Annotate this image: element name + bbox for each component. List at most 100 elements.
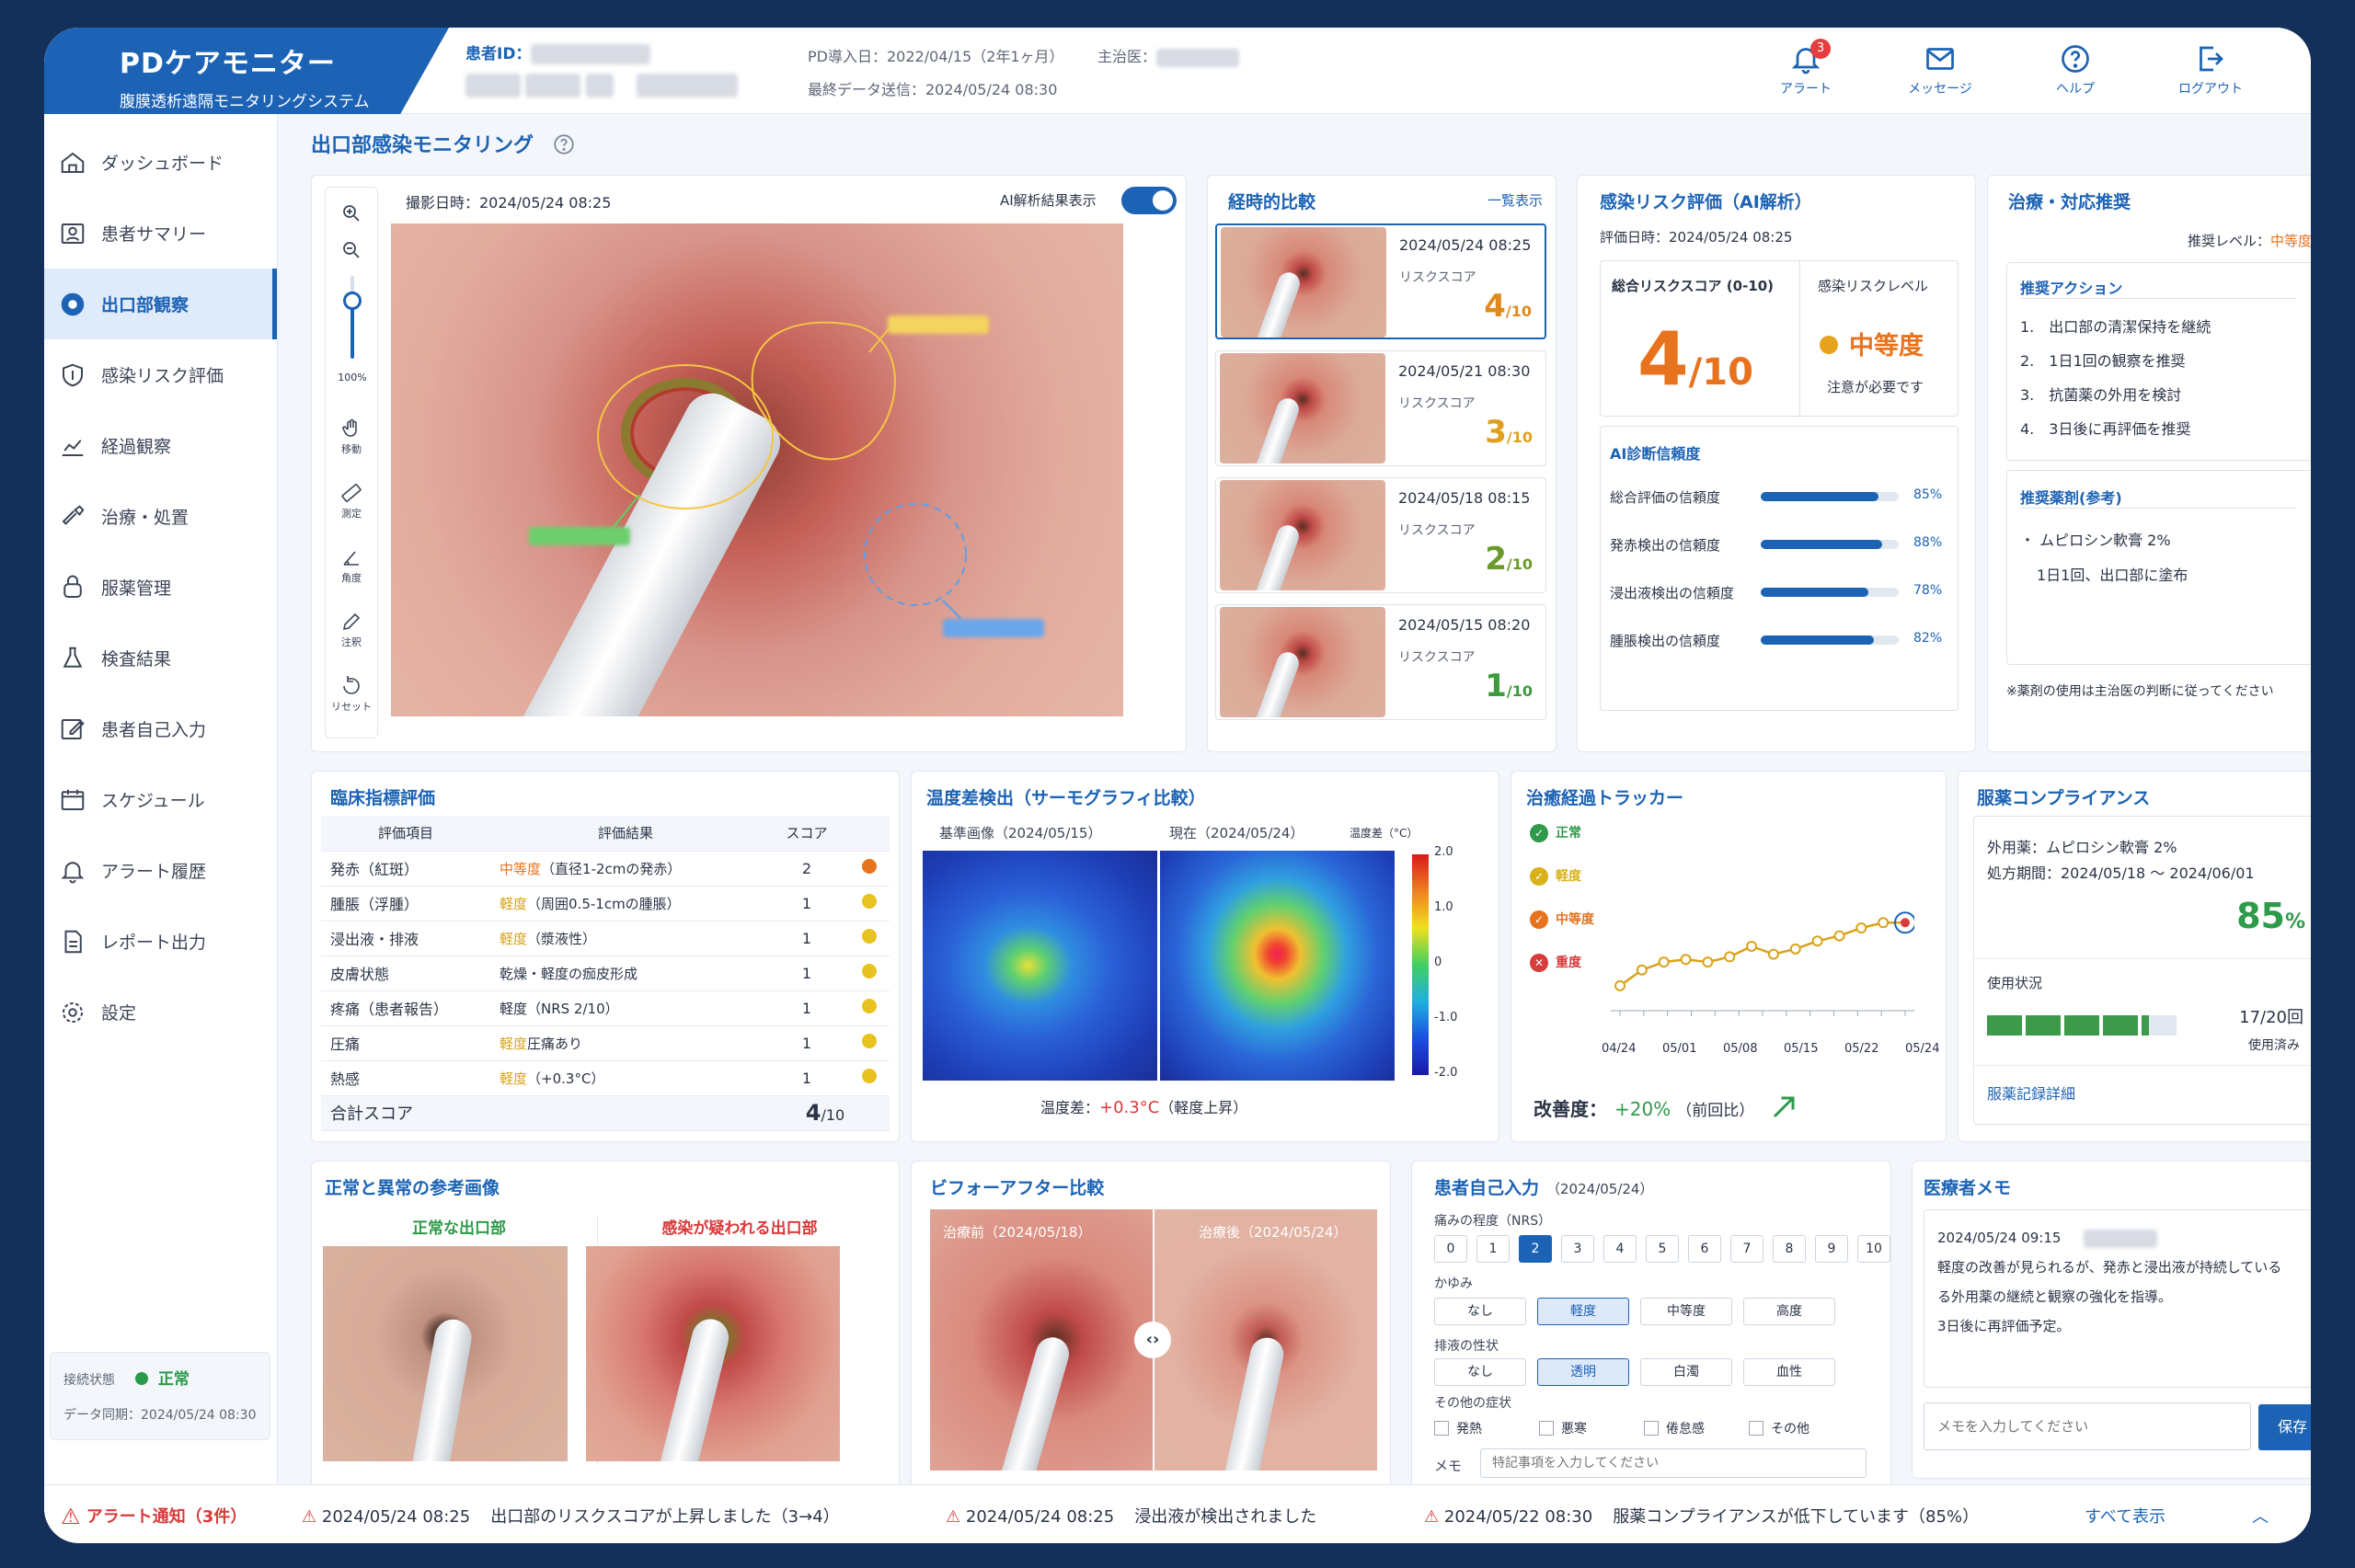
compliance-box: 外用薬：ムピロシン軟膏 2% 処方期間：2024/05/18 ～ 2024/06… xyxy=(1973,816,2311,1125)
pain-option[interactable]: 0 xyxy=(1434,1235,1467,1263)
show-all-alerts-link[interactable]: すべて表示 xyxy=(2085,1504,2165,1528)
sidebar-item-3[interactable]: 感染リスク評価 xyxy=(44,339,277,410)
ai-overlay xyxy=(597,321,967,620)
connection-dot xyxy=(135,1372,149,1385)
chevron-up-icon[interactable]: ︿ xyxy=(2252,1504,2269,1528)
timeline-score-unit: /10 xyxy=(1506,682,1533,700)
sidebar-item-7[interactable]: 検査結果 xyxy=(44,623,277,693)
timeline-list-link[interactable]: 一覧表示 xyxy=(1488,190,1543,210)
clinical-level: 軽度 xyxy=(500,1070,528,1087)
sidebar-item-1[interactable]: 患者サマリー xyxy=(44,198,277,269)
sidebar-item-9[interactable]: スケジュール xyxy=(44,764,277,835)
sidebar-item-12[interactable]: 設定 xyxy=(44,977,277,1047)
alert-time: 2024/05/24 08:25 xyxy=(321,1507,471,1527)
itch-option[interactable]: 中等度 xyxy=(1640,1298,1732,1325)
thermo-diff-value: +0.3°C xyxy=(1099,1098,1160,1117)
discharge-option[interactable]: 透明 xyxy=(1537,1358,1629,1386)
tool-angle[interactable]: 角度 xyxy=(331,546,372,585)
x-tick-label: 05/15 xyxy=(1784,1042,1819,1056)
discharge-option[interactable]: なし xyxy=(1434,1358,1526,1386)
sidebar-item-8[interactable]: 患者自己入力 xyxy=(44,693,277,764)
severity-dot xyxy=(862,1069,877,1083)
status-icon: ✓ xyxy=(1530,867,1548,886)
alert-bar-title-text: アラート通知（3件） xyxy=(86,1507,247,1527)
alert-item[interactable]: ⚠ 2024/05/24 08:25 出口部のリスクスコアが上昇しました（3→4） xyxy=(302,1504,840,1528)
memo-save-button[interactable]: 保存 xyxy=(2258,1404,2311,1450)
itch-option[interactable]: 軽度 xyxy=(1537,1298,1629,1325)
alert-time: 2024/05/22 08:30 xyxy=(1443,1507,1593,1527)
alert-item[interactable]: ⚠ 2024/05/24 08:25 浸出液が検出されました xyxy=(946,1504,1316,1528)
logout-button[interactable]: ログアウト xyxy=(2160,42,2261,97)
bell-icon xyxy=(61,861,85,883)
itch-option[interactable]: なし xyxy=(1434,1298,1526,1325)
timeline-card[interactable]: 2024/05/15 08:20 リスクスコア 1/10 xyxy=(1215,604,1546,720)
self-memo-input[interactable] xyxy=(1480,1448,1867,1478)
zoom-in-icon[interactable] xyxy=(340,202,362,224)
memo-input[interactable] xyxy=(1924,1402,2251,1450)
pain-option[interactable]: 5 xyxy=(1646,1235,1679,1263)
timeline-card[interactable]: 2024/05/24 08:25 リスクスコア 4/10 xyxy=(1215,223,1546,339)
angle-icon xyxy=(343,551,359,566)
pain-option[interactable]: 4 xyxy=(1603,1235,1637,1263)
zoom-out-icon[interactable] xyxy=(340,239,362,261)
risk-level-dot xyxy=(1820,336,1838,354)
itch-option[interactable]: 高度 xyxy=(1743,1298,1835,1325)
clinical-score: 1 xyxy=(761,1025,853,1061)
alert-button[interactable]: 3 アラート xyxy=(1755,39,1856,97)
table-row: 圧痛 軽度圧痛あり 1 xyxy=(321,1025,890,1061)
timeline-card[interactable]: 2024/05/18 08:15 リスクスコア 2/10 xyxy=(1215,477,1546,593)
pain-option[interactable]: 7 xyxy=(1730,1235,1763,1263)
symptom-checkbox[interactable]: 倦怠感 xyxy=(1644,1419,1705,1437)
tool-pen[interactable]: 注釈 xyxy=(331,611,372,649)
improve-note: （前回比） xyxy=(1676,1102,1755,1120)
pain-option[interactable]: 8 xyxy=(1773,1235,1806,1263)
alert-item[interactable]: ⚠ 2024/05/22 08:30 服薬コンプライアンスが低下しています（85%… xyxy=(1424,1504,1979,1528)
status-icon: ✓ xyxy=(1530,910,1548,929)
pain-option[interactable]: 10 xyxy=(1857,1235,1890,1263)
sidebar-item-0[interactable]: ダッシュボード xyxy=(44,127,277,198)
ai-label-masked xyxy=(943,619,1044,637)
sidebar-item-5[interactable]: 治療・処置 xyxy=(44,481,277,552)
symptom-checkbox[interactable]: その他 xyxy=(1749,1419,1809,1437)
zoom-slider-handle[interactable] xyxy=(343,292,362,310)
timeline-card[interactable]: 2024/05/21 08:30 リスクスコア 3/10 xyxy=(1215,350,1546,466)
last-sent: 最終データ送信：2024/05/24 08:30 xyxy=(808,81,1058,98)
sidebar-item-6[interactable]: 服薬管理 xyxy=(44,552,277,623)
sidebar-item-11[interactable]: レポート出力 xyxy=(44,906,277,977)
discharge-option[interactable]: 白濁 xyxy=(1640,1358,1732,1386)
pain-option[interactable]: 2 xyxy=(1519,1235,1552,1263)
capture-time: 撮影日時：2024/05/24 08:25 xyxy=(406,194,612,212)
tracker-title: 治癒経過トラッカー xyxy=(1526,788,1684,808)
pain-option[interactable]: 6 xyxy=(1688,1235,1721,1263)
patient-id-masked xyxy=(531,44,651,64)
brand[interactable]: PDケアモニター 腹膜透析遠隔モニタリングシステム xyxy=(44,28,449,114)
symptom-checkbox[interactable]: 発熱 xyxy=(1434,1419,1482,1437)
sidebar-item-4[interactable]: 経過観察 xyxy=(44,410,277,481)
discharge-option[interactable]: 血性 xyxy=(1743,1358,1835,1386)
risk-level: 中等度 xyxy=(1820,326,1924,361)
tool-ruler[interactable]: 測定 xyxy=(331,482,372,521)
clinical-table: 評価項目 評価結果 スコア 発赤（紅斑） 中等度（直径1-2cmの発赤） 2 腫脹（浮腫）… xyxy=(321,816,890,1131)
warning-icon: ⚠ xyxy=(946,1507,961,1527)
after-label: 治療後（2024/05/24） xyxy=(1199,1224,1348,1241)
risk-total-label: 総合リスクスコア (0-10) xyxy=(1612,278,1775,294)
ai-toggle[interactable] xyxy=(1121,187,1177,214)
symptom-checkbox[interactable]: 悪寒 xyxy=(1539,1419,1587,1437)
pain-option[interactable]: 1 xyxy=(1476,1235,1510,1263)
help-button[interactable]: ヘルプ xyxy=(2025,42,2126,97)
tool-hand[interactable]: 移動 xyxy=(331,418,372,456)
sidebar-item-2[interactable]: 出口部観察 xyxy=(44,269,277,339)
compare-slider-handle[interactable]: ‹› xyxy=(1134,1322,1171,1358)
help-icon[interactable] xyxy=(552,132,576,156)
chart-point xyxy=(1855,922,1867,933)
zoom-slider[interactable] xyxy=(343,276,362,359)
confidence-label: 総合評価の信頼度 xyxy=(1610,489,1721,506)
message-button[interactable]: メッセージ xyxy=(1890,42,1991,97)
self-input-date: （2024/05/24） xyxy=(1546,1181,1654,1197)
pain-option[interactable]: 3 xyxy=(1561,1235,1594,1263)
tool-reset[interactable]: リセット xyxy=(331,675,372,714)
compliance-detail-link[interactable]: 服薬記録詳細 xyxy=(1987,1082,2075,1104)
risk-level-note: 注意が必要です xyxy=(1827,379,1924,395)
sidebar-item-10[interactable]: アラート履歴 xyxy=(44,835,277,906)
pain-option[interactable]: 9 xyxy=(1815,1235,1848,1263)
